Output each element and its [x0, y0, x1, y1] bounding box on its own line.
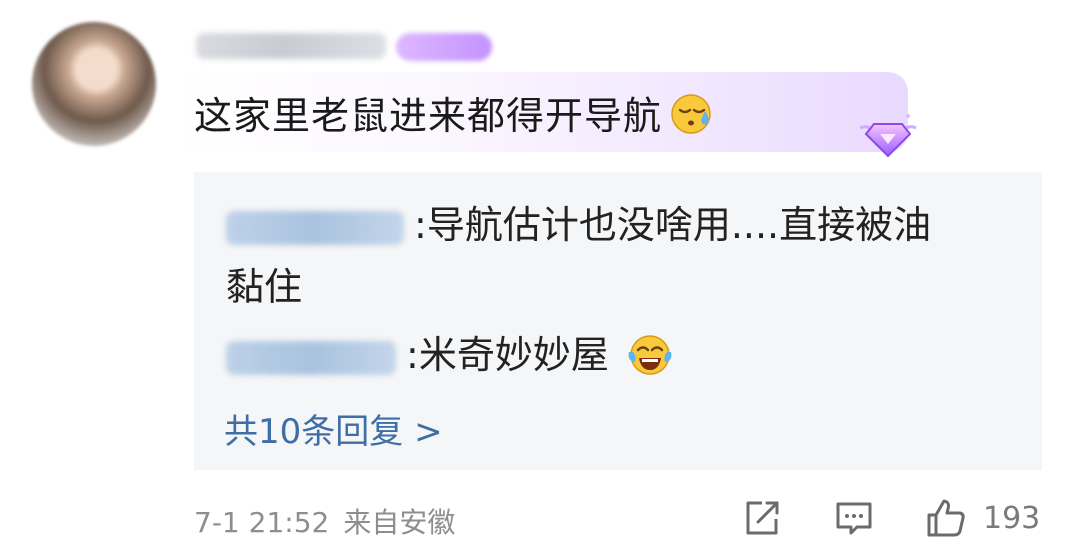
timestamp: 7-1 21:52 [194, 506, 330, 539]
user-badge-blurred [396, 33, 492, 61]
reply-text: 导航估计也没啥用....直接被油 [426, 203, 932, 247]
tears-of-joy-emoji-icon [628, 335, 672, 375]
reply-item[interactable]: :导航估计也没啥用....直接被油 [226, 197, 931, 253]
like-count: 193 [983, 501, 1041, 536]
sweat-smile-emoji-icon [671, 93, 711, 134]
reply-text: 米奇妙妙屋 [418, 333, 609, 377]
view-all-replies-link[interactable]: 共10条回复 > [224, 404, 443, 453]
reply-item[interactable]: :米奇妙妙屋 [226, 327, 673, 383]
reply-colon: : [406, 333, 419, 377]
diamond-badge-icon [859, 114, 917, 158]
reply-username-blurred[interactable] [226, 210, 404, 245]
comment-text[interactable]: 这家里老鼠进来都得开导航 [194, 85, 714, 140]
reply-colon: : [414, 203, 427, 247]
comment-icon[interactable] [832, 496, 876, 540]
location-source: 来自安徽 [343, 506, 456, 539]
comment-meta: 7-1 21:52 来自安徽 [194, 501, 455, 541]
username-blurred[interactable] [196, 33, 386, 59]
comment-body: 这家里老鼠进来都得开导航 [194, 94, 663, 138]
reply-username-blurred[interactable] [226, 340, 396, 375]
avatar[interactable] [32, 22, 156, 146]
thumbs-up-icon[interactable] [924, 496, 968, 540]
reply-text-continuation: 黏住 [226, 265, 303, 309]
share-icon[interactable] [740, 496, 784, 540]
